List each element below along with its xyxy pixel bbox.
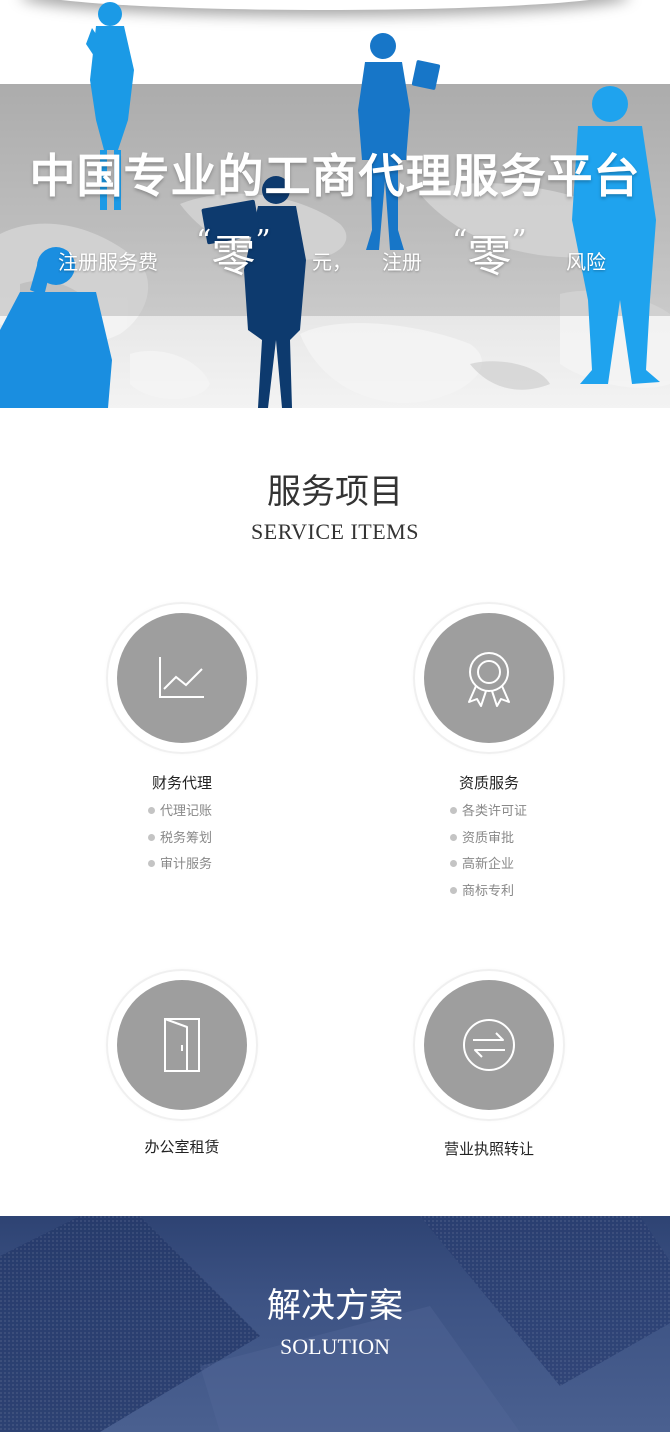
solution-banner: 解决方案 SOLUTION — [0, 1216, 670, 1432]
hero-sub-yuan: 元， — [312, 250, 352, 274]
solution-title: 解决方案 — [267, 1286, 403, 1326]
list-item: 各类许可证 — [450, 799, 527, 826]
transfer-arrows-icon — [463, 1019, 515, 1071]
list-item: 审计服务 — [148, 852, 212, 879]
hero-sub-register: 注册 — [382, 250, 422, 274]
hero-banner: 中国专业的工商代理服务平台 注册服务费 “零” 元， 注册 “零” 风险 — [0, 0, 670, 408]
quote-open: “ — [196, 224, 212, 259]
zero-text-2: 零 — [467, 231, 512, 282]
list-item: 税务筹划 — [148, 826, 212, 853]
hero-sub-risk: 风险 — [566, 250, 606, 274]
zero-text-1: 零 — [211, 231, 256, 282]
line-chart-icon — [159, 657, 204, 698]
quote-open: “ — [452, 224, 468, 259]
door-icon — [164, 1018, 200, 1072]
service-name[interactable]: 办公室租赁 — [72, 1136, 292, 1157]
service-icon-circle[interactable] — [108, 604, 256, 752]
services-subtitle: SERVICE ITEMS — [251, 519, 419, 544]
award-badge-icon — [468, 652, 510, 707]
service-name[interactable]: 资质服务 — [379, 772, 599, 793]
hero-title: 中国专业的工商代理服务平台 — [29, 149, 641, 203]
services-title: 服务项目 — [267, 472, 403, 512]
list-item: 代理记账 — [148, 799, 212, 826]
quote-close: ” — [511, 224, 527, 259]
hero-sub-fee: 注册服务费 — [58, 250, 158, 274]
quote-close: ” — [255, 224, 271, 259]
list-item: 商标专利 — [450, 879, 527, 906]
service-bullet-list: 各类许可证 资质审批 高新企业 商标专利 — [450, 799, 527, 905]
hero-zero-1: “零” — [196, 220, 271, 284]
list-item: 高新企业 — [450, 852, 527, 879]
service-name[interactable]: 营业执照转让 — [379, 1138, 599, 1159]
service-name[interactable]: 财务代理 — [72, 772, 292, 793]
service-icon-circle[interactable] — [415, 971, 563, 1119]
service-icon-circle[interactable] — [108, 971, 256, 1119]
solution-subtitle: SOLUTION — [280, 1334, 390, 1359]
list-item: 资质审批 — [450, 826, 527, 853]
hero-zero-2: “零” — [452, 220, 527, 284]
service-bullet-list: 代理记账 税务筹划 审计服务 — [148, 799, 212, 879]
service-icon-circle[interactable] — [415, 604, 563, 752]
